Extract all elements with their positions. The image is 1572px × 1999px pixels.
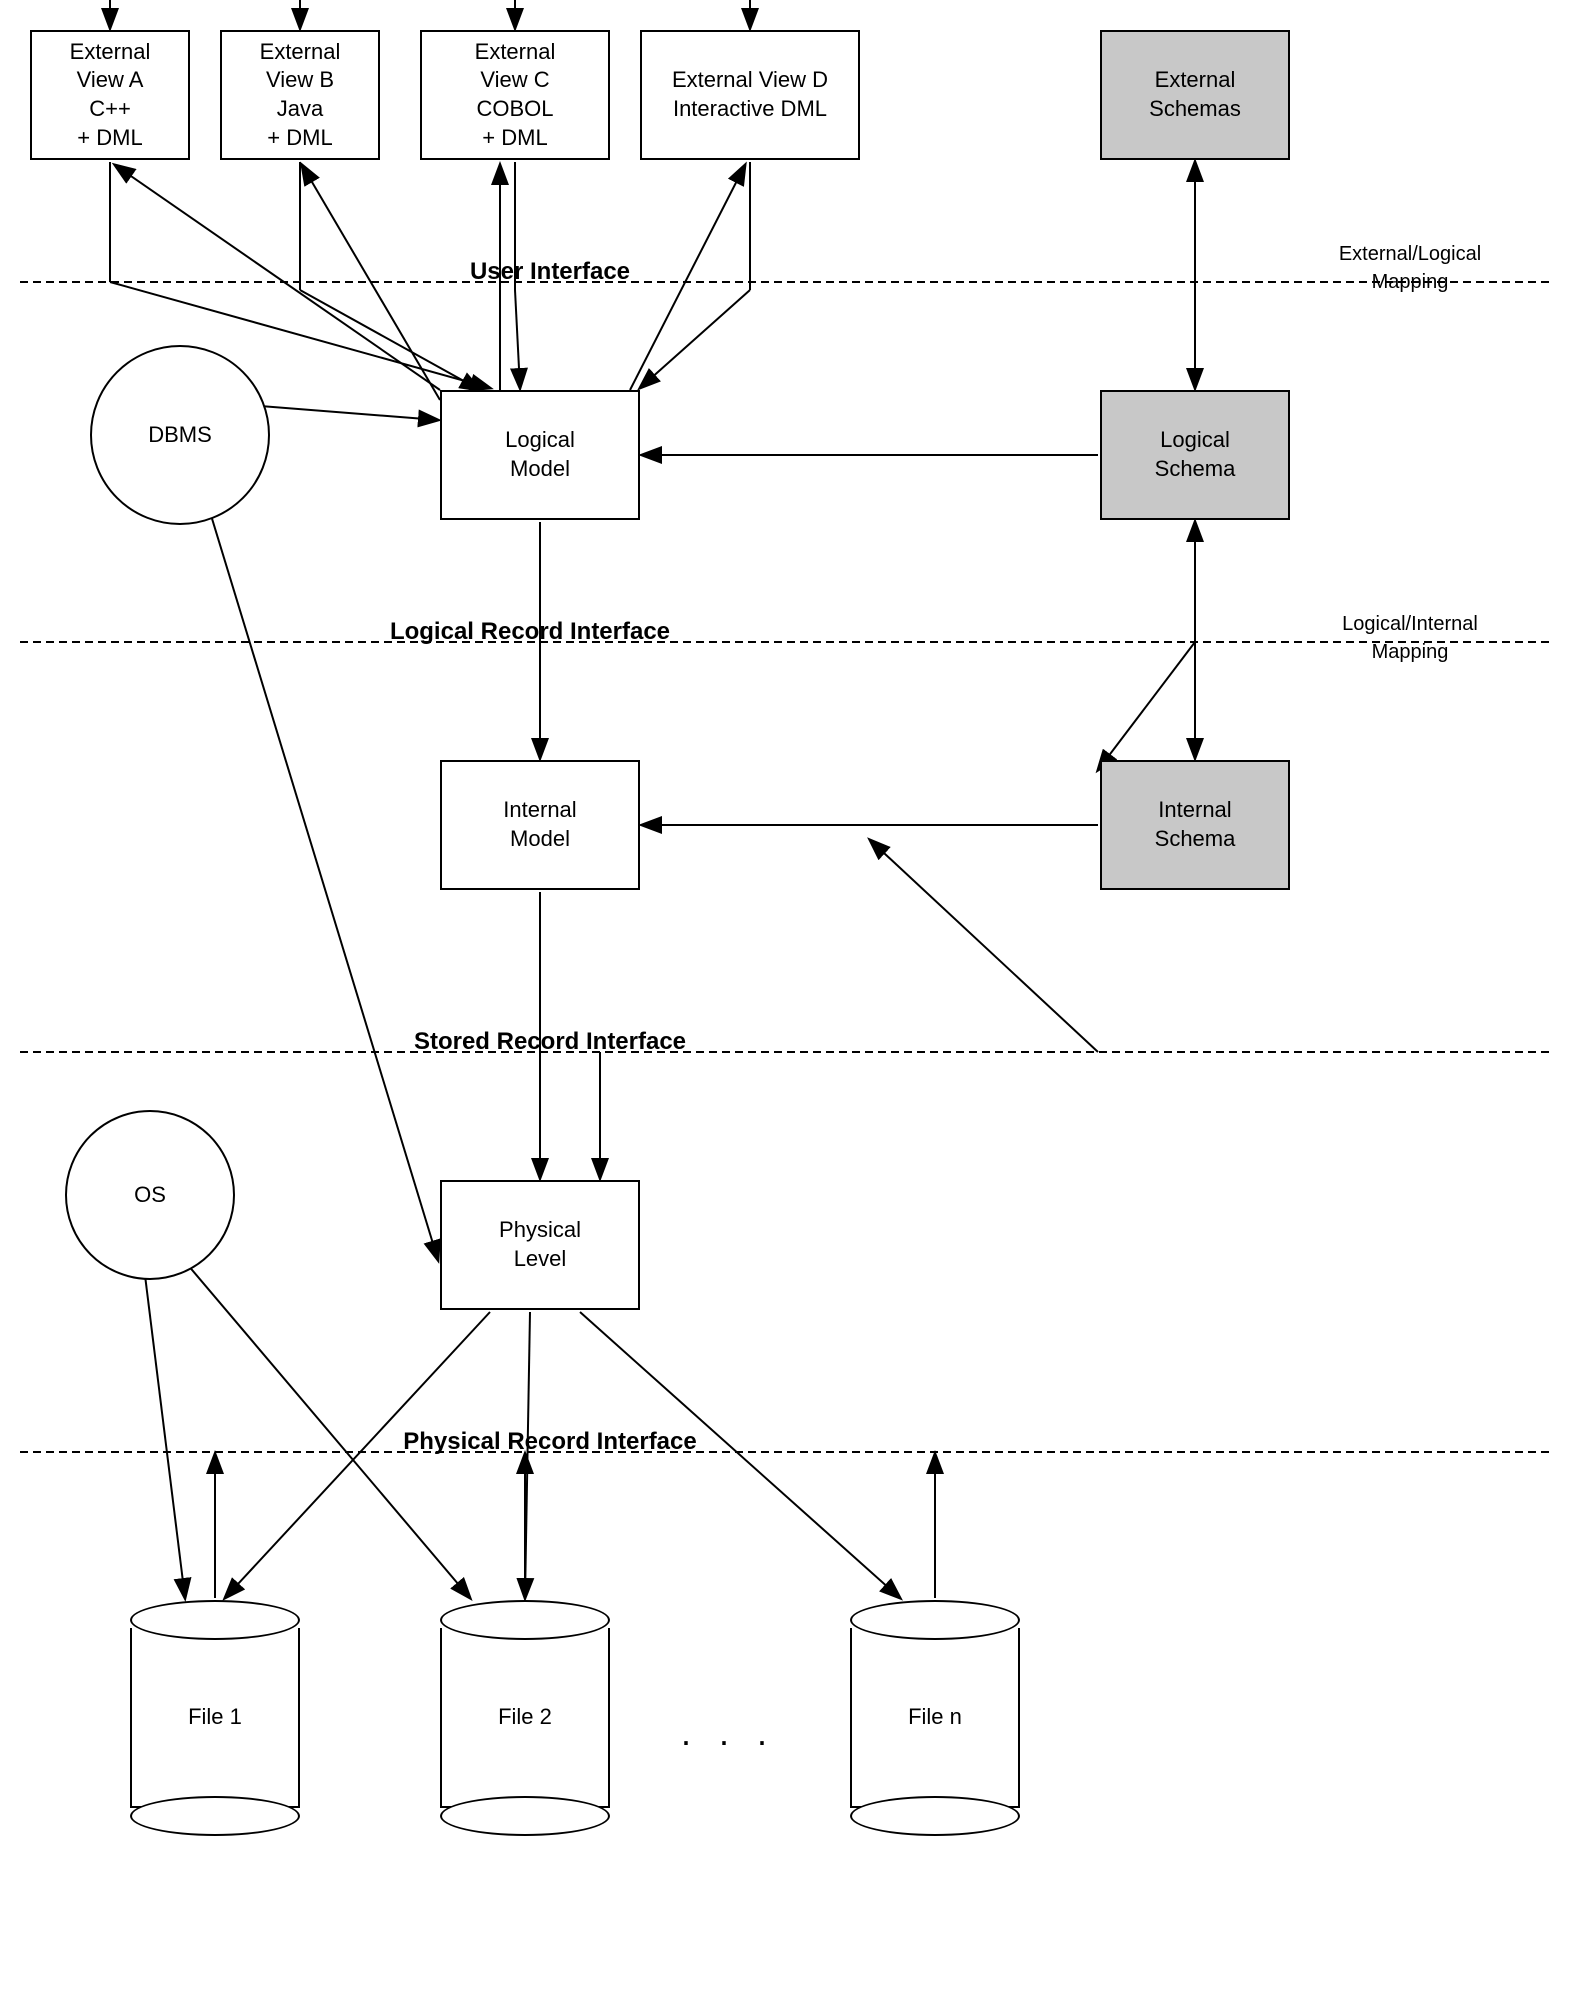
file1-cylinder: File 1 (130, 1600, 300, 1836)
filen-cylinder: File n (850, 1600, 1020, 1836)
ext-view-d-box: External View D Interactive DML (640, 30, 860, 160)
physical-level-box: Physical Level (440, 1180, 640, 1310)
internal-model-box: Internal Model (440, 760, 640, 890)
physical-record-interface-label: Physical Record Interface (200, 1428, 900, 1456)
file2-label: File 2 (498, 1704, 552, 1730)
ext-view-a-box: External View A C++ + DML (30, 30, 190, 160)
file1-label: File 1 (188, 1704, 242, 1730)
dbms-circle: DBMS (90, 345, 270, 525)
os-circle: OS (65, 1110, 235, 1280)
ext-logical-mapping-label: External/Logical Mapping (1310, 240, 1510, 296)
ext-view-b-box: External View B Java + DML (220, 30, 380, 160)
logical-model-box: Logical Model (440, 390, 640, 520)
ext-view-c-box: External View C COBOL + DML (420, 30, 610, 160)
diagram-container: External View A C++ + DML External View … (0, 0, 1572, 1999)
logical-schema-box: Logical Schema (1100, 390, 1290, 520)
logical-internal-mapping-label: Logical/Internal Mapping (1310, 610, 1510, 666)
dots-label: · · · (680, 1720, 776, 1762)
stored-record-interface-label: Stored Record Interface (250, 1028, 850, 1056)
user-interface-label: User Interface (400, 258, 700, 286)
internal-schema-box: Internal Schema (1100, 760, 1290, 890)
filen-label: File n (908, 1704, 962, 1730)
logical-record-interface-label: Logical Record Interface (280, 618, 780, 646)
file2-cylinder: File 2 (440, 1600, 610, 1836)
ext-schemas-box: External Schemas (1100, 30, 1290, 160)
